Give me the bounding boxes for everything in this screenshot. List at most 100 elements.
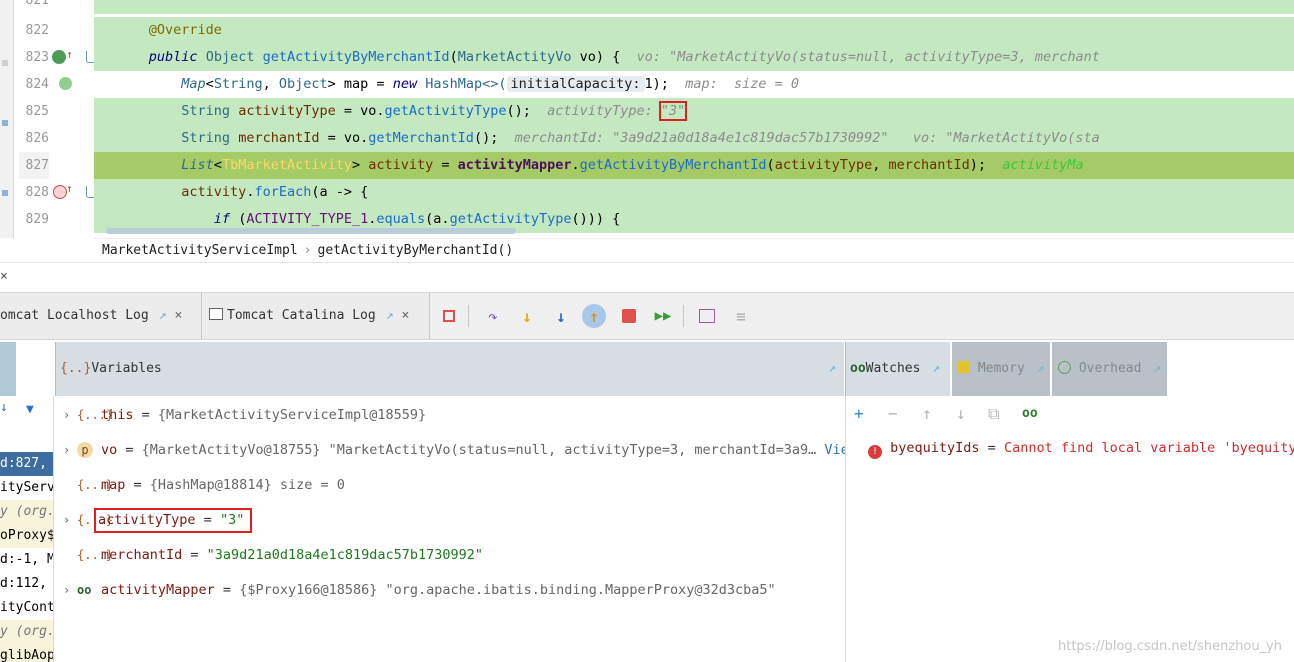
method-name: getActivityType [384,103,507,119]
method-name: getMerchantId [368,130,474,146]
code-line-821[interactable]: 821 [0,0,1294,14]
frame-item[interactable]: glibAop [0,644,53,662]
watches-panel[interactable]: + − ↑ ↓ ⧉ oo ! byequityIds = Cannot find… [845,396,1294,662]
code-line-827[interactable]: 827 List<TbMarketActivity> activity = ac… [0,152,1294,179]
frames-list[interactable]: ↓ ▼ d:827, ityServ y (org. oProxy$ d:-1,… [0,396,54,662]
code-content: String activityType = vo.getActivityType… [94,98,1294,125]
watches-panel-header[interactable]: ooWatches ↗ [845,342,950,396]
memory-panel-header[interactable]: Memory ↗ [952,342,1050,396]
pin-icon[interactable]: ↗ [1037,361,1045,376]
debug-header-row: × [0,262,1294,292]
punct: = vo. [335,103,385,119]
tab-tomcat-localhost-log[interactable]: omcat Localhost Log ↗ × [0,293,202,339]
code-line-824[interactable]: 824 Map<String, Object> map = new HashMa… [0,71,1294,98]
variable-row-this[interactable]: › {...} this = {MarketActivityServiceImp… [55,398,845,433]
code-content: Map<String, Object> map = new HashMap<>(… [94,71,1294,98]
pin-icon[interactable]: ↗ [386,308,394,323]
filter-icon[interactable]: ▼ [26,402,34,417]
chevron-right-icon[interactable]: › [63,573,70,608]
field: activityMapper [457,157,572,173]
checkmark-icon [59,77,72,90]
code-line-828[interactable]: 828 ↑ activity.forEach(a -> { [0,179,1294,206]
breadcrumb-method[interactable]: getActivityByMerchantId() [318,243,514,258]
execution-line: List<TbMarketActivity> activity = activi… [94,152,1294,179]
chevron-right-icon[interactable]: › [63,398,70,433]
line-number: 825 [25,104,49,119]
code-line-823[interactable]: 823 ↑ public Object getActivityByMerchan… [0,44,1294,71]
duplicate-icon[interactable]: ⧉ [988,404,999,424]
line-number: 828 [25,185,49,200]
variable-value: {MarketActivityServiceImpl@18559} [157,407,427,423]
trace-icon[interactable]: ≡ [729,304,753,328]
pin-icon[interactable]: ↗ [159,308,167,323]
variables-panel-header[interactable]: {..}Variables ↗ [55,342,844,396]
code-line-822[interactable]: 822 @Override [0,17,1294,44]
force-step-into-icon[interactable]: ↓ [549,304,573,328]
variable-value: {MarketActityVo@18755} [141,442,329,458]
line-number: 826 [25,131,49,146]
inline-value-hint: map: size = 0 [685,76,799,92]
step-over-icon[interactable]: ↷ [481,304,505,328]
step-into-icon[interactable]: ↓ [515,304,539,328]
variables-tree[interactable]: › {...} this = {MarketActivityServiceImp… [55,396,857,662]
horizontal-scrollbar[interactable] [106,228,516,234]
pin-icon[interactable]: ↗ [932,361,940,376]
pin-icon[interactable]: ↗ [1153,361,1161,376]
remove-watch-icon[interactable]: − [888,404,898,423]
close-icon[interactable]: × [175,308,183,323]
run-to-cursor-icon[interactable] [617,304,641,328]
variable-row-merchant-id[interactable]: {...} merchantId = "3a9d21a0d18a4e1c819d… [55,538,845,573]
arrow-up-icon: ↑ [66,182,73,195]
step-out-icon[interactable]: ↑ [582,304,606,328]
param: vo [579,49,596,65]
debug-panels-header: {..}Variables ↗ ooWatches ↗ Memory ↗ Ove… [0,342,1294,396]
glasses-icon[interactable]: oo [1022,406,1038,421]
variable-row-activity-type[interactable]: › {...} activityType = "3" [55,503,845,538]
implements-icon[interactable] [52,50,66,64]
variable-row-map[interactable]: {...} map = {HashMap@18814} size = 0 [55,468,845,503]
chevron-right-icon[interactable]: › [63,433,70,468]
frame-item[interactable]: ityServ [0,476,53,500]
chevron-down-icon[interactable]: ↓ [0,400,8,415]
punct: ( [766,157,775,173]
chevron-right-icon[interactable]: › [63,503,70,538]
frames-header[interactable] [0,342,16,396]
close-icon[interactable]: × [402,308,410,323]
type: HashMap<>( [425,76,507,92]
code-editor[interactable]: 821 822 @Override 823 ↑ public Object ge… [0,0,1294,238]
equals: = [979,440,1004,456]
variable-row-activity-mapper[interactable]: › oo activityMapper = {$Proxy166@18586} … [55,573,845,608]
code-line-826[interactable]: 826 String merchantId = vo.getMerchantId… [0,125,1294,152]
pin-icon[interactable]: ↗ [828,342,836,396]
close-icon[interactable]: × [0,269,8,284]
code-line-825[interactable]: 825 String activityType = vo.getActivity… [0,98,1294,125]
method-name: getActivityByMerchantId [579,157,767,173]
type: TbMarketActivity [221,157,352,173]
frame-item[interactable]: ityCont [0,596,53,620]
arrow-up-icon: ↑ [66,48,73,61]
frame-item[interactable]: d:-1, M [0,548,53,572]
code-content [94,0,1294,14]
evaluate-icon[interactable]: ▶▶ [651,304,675,328]
line-number: 827 [19,152,49,179]
console-icon[interactable] [695,304,719,328]
add-watch-icon[interactable]: + [854,404,864,423]
watch-item[interactable]: ! byequityIds = Cannot find local variab… [868,436,1294,460]
frame-item[interactable]: d:827, [0,452,53,476]
inline-value-hint: vo: "MarketActityVo(status=null, activit… [636,49,1100,65]
tab-tomcat-catalina-log[interactable]: Tomcat Catalina Log ↗ × [203,293,430,339]
breadcrumb-class[interactable]: MarketActivityServiceImpl [102,243,298,258]
variable-row-vo[interactable]: › p vo = {MarketActityVo@18755} "MarketA… [55,433,857,468]
frame-item[interactable]: oProxy$ [0,524,53,548]
parameter-hint: initialCapacity: [506,76,645,92]
frame-item[interactable]: y (org. [0,500,53,524]
frame-item[interactable]: y (org. [0,620,53,644]
inline-value-hint: activityType: [547,103,653,119]
overhead-panel-header[interactable]: Overhead ↗ [1052,342,1167,396]
move-down-icon[interactable]: ↓ [956,404,966,423]
show-execution-point-icon[interactable] [437,304,461,328]
lambda-breakpoint-icon[interactable] [53,185,67,199]
frame-item[interactable]: d:112, [0,572,53,596]
watermark: https://blog.csdn.net/shenzhou_yh [1058,639,1282,654]
move-up-icon[interactable]: ↑ [922,404,932,423]
